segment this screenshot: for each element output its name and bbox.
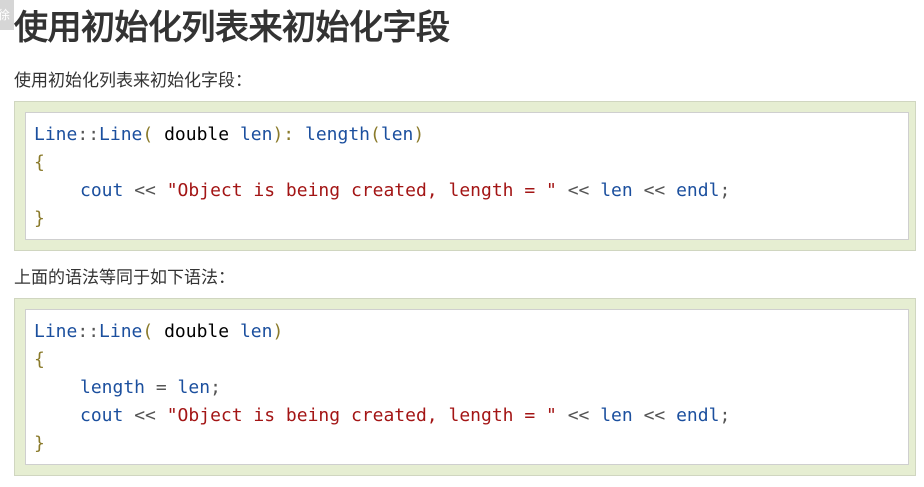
code-block-body[interactable]: Line::Line( double len): length(len) { c… <box>25 112 909 240</box>
code-token: ; <box>719 180 731 201</box>
code-token: len <box>600 180 633 201</box>
code-token: << <box>632 180 677 201</box>
code-line: Line::Line( double len): length(len) <box>34 121 908 149</box>
code-token: length <box>294 124 371 145</box>
code-line: { <box>34 149 908 177</box>
code-token: } <box>34 433 45 454</box>
code-line: length = len; <box>34 374 908 402</box>
code-token: Line <box>99 124 143 145</box>
code-token: } <box>34 208 45 229</box>
code-line: cout << "Object is being created, length… <box>34 402 908 430</box>
code-token: cout <box>80 405 124 426</box>
code-token: len <box>239 124 273 145</box>
code-token: double <box>153 321 240 342</box>
code-line: { <box>34 346 908 374</box>
code-token: len <box>380 124 414 145</box>
code-line: cout << "Object is being created, length… <box>34 177 908 205</box>
code-line: Line::Line( double len) <box>34 318 908 346</box>
code-token: << <box>123 180 167 201</box>
code-token: ( <box>370 124 381 145</box>
code-token: :: <box>77 124 100 145</box>
code-block-body[interactable]: Line::Line( double len) { length = len; … <box>25 309 909 465</box>
code-token: ; <box>719 405 731 426</box>
code-token: ) <box>272 321 284 342</box>
equivalent-paragraph: 上面的语法等同于如下语法： <box>14 268 235 288</box>
code-token: len <box>600 405 633 426</box>
code-token: { <box>34 349 45 370</box>
code-token: endl <box>676 405 720 426</box>
code-token: cout <box>80 180 124 201</box>
code-token: :: <box>77 321 100 342</box>
code-token: ( <box>142 321 154 342</box>
code-token: "Object is being created, length = " <box>166 180 557 201</box>
code-block-initializer-list: Line::Line( double len): length(len) { c… <box>14 101 916 251</box>
code-block-equivalent: Line::Line( double len) { length = len; … <box>14 298 916 476</box>
code-token: = <box>145 377 178 398</box>
code-token: << <box>556 180 601 201</box>
code-token: ): <box>272 124 295 145</box>
code-token: "Object is being created, length = " <box>166 405 557 426</box>
code-line: } <box>34 205 908 233</box>
corner-tag: 徐 <box>0 0 14 30</box>
intro-paragraph: 使用初始化列表来初始化字段： <box>14 71 252 91</box>
page-title: 使用初始化列表来初始化字段 <box>14 8 450 48</box>
code-token: ) <box>413 124 425 145</box>
code-token: ( <box>142 124 154 145</box>
code-token: len <box>239 321 273 342</box>
code-line: } <box>34 430 908 458</box>
code-token: endl <box>676 180 720 201</box>
code-token: << <box>556 405 601 426</box>
code-token: double <box>153 124 240 145</box>
code-token: len <box>177 377 211 398</box>
code-token: Line <box>34 321 78 342</box>
code-token: Line <box>34 124 78 145</box>
code-token: << <box>632 405 677 426</box>
code-token: length <box>80 377 146 398</box>
code-token: Line <box>99 321 143 342</box>
code-token: ; <box>210 377 221 398</box>
code-token: << <box>123 405 167 426</box>
code-token: { <box>34 152 45 173</box>
